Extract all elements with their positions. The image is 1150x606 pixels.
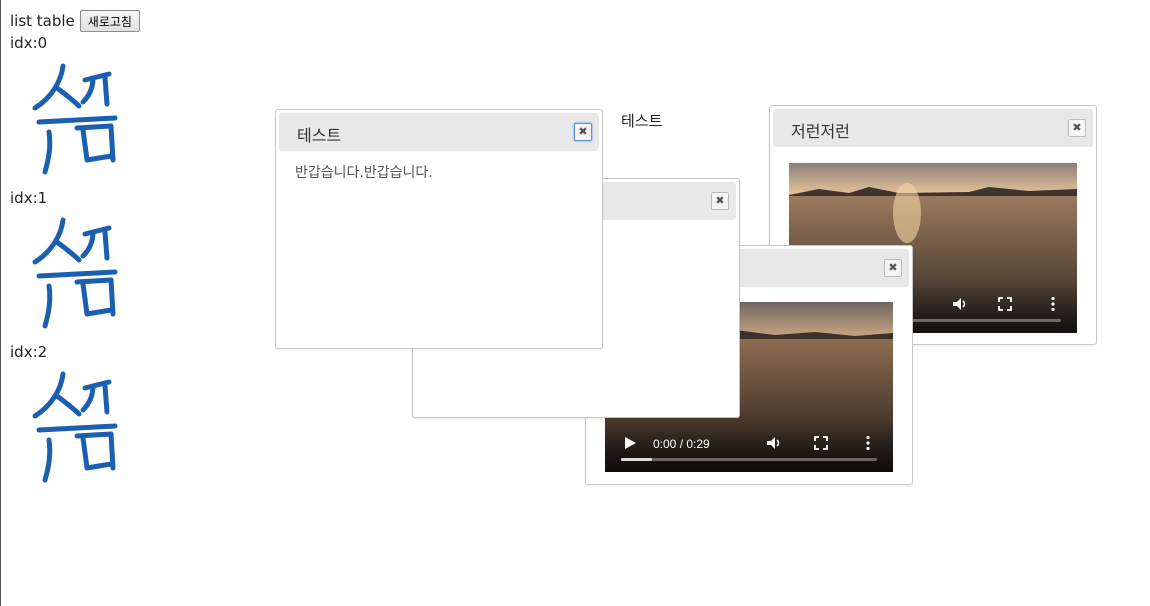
- video-time: 0:00 / 0:29: [653, 437, 710, 451]
- calligraphy-image: [32, 217, 118, 329]
- list-item-label: idx:1: [10, 189, 48, 207]
- video-progress-fill: [621, 458, 652, 461]
- top-bar: list table 새로고침: [10, 10, 140, 32]
- refresh-button[interactable]: 새로고침: [79, 10, 140, 32]
- fullscreen-icon[interactable]: [812, 434, 830, 452]
- fullscreen-icon[interactable]: [996, 295, 1014, 313]
- close-icon[interactable]: ✖: [884, 259, 902, 277]
- video-controls: 0:00 / 0:29: [605, 420, 893, 472]
- calligraphy-image: [32, 63, 118, 175]
- calligraphy-image: [32, 371, 118, 483]
- close-icon[interactable]: ✖: [574, 123, 592, 141]
- floating-label: 테스트: [621, 112, 663, 130]
- list-item-label: idx:2: [10, 343, 48, 361]
- dialog-title: 저런저런: [791, 122, 850, 141]
- dialog-test[interactable]: 테스트 ✖ 반갑습니다.반갑습니다.: [275, 109, 603, 349]
- close-icon[interactable]: ✖: [1068, 119, 1086, 137]
- more-options-icon[interactable]: [1044, 295, 1062, 313]
- volume-icon[interactable]: [951, 295, 969, 313]
- volume-icon[interactable]: [765, 434, 783, 452]
- video-progress-track[interactable]: [621, 458, 877, 461]
- close-icon[interactable]: ✖: [711, 192, 729, 210]
- play-icon[interactable]: [621, 434, 639, 452]
- dialog-body-text: 반갑습니다.반갑습니다.: [295, 165, 433, 181]
- dialog-title: 테스트: [297, 126, 342, 145]
- page-title: list table: [10, 12, 75, 30]
- dialog-header[interactable]: 저런저런 ✖: [773, 109, 1093, 147]
- dialog-header[interactable]: 테스트 ✖: [279, 113, 599, 151]
- list-item-label: idx:0: [10, 34, 48, 52]
- more-options-icon[interactable]: [859, 434, 877, 452]
